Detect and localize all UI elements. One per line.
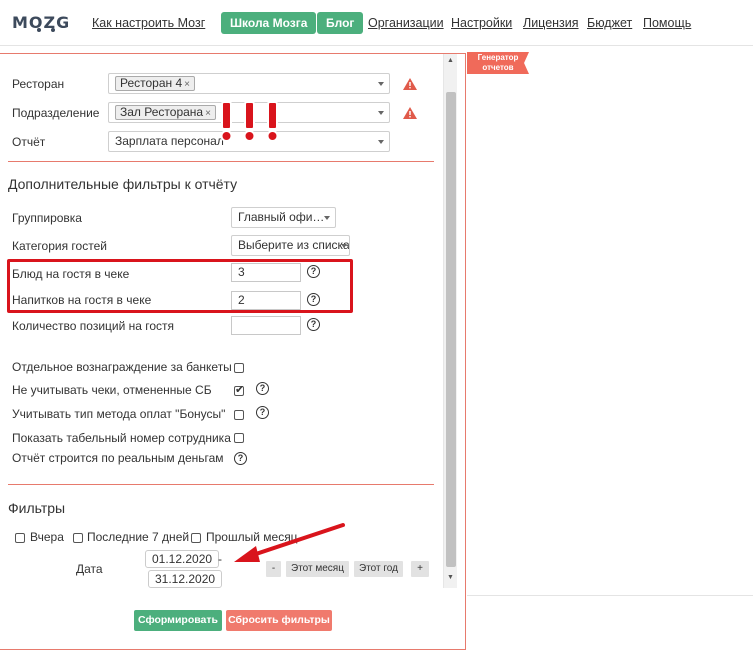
division-chip-text: Зал Ресторана (120, 105, 204, 119)
nav-link-how-to-setup[interactable]: Как настроить Мозг (92, 16, 205, 30)
chevron-down-icon (378, 140, 384, 144)
option-employee-number-checkbox[interactable] (234, 433, 244, 443)
option-ignore-cancelled-label: Не учитывать чеки, отмененные СБ (12, 383, 212, 397)
restaurant-select[interactable]: Ресторан 4 × (108, 73, 390, 94)
top-navigation: MOZG Как настроить Мозг Школа Мозга Блог… (0, 0, 753, 46)
section-divider (8, 484, 434, 485)
guest-category-select[interactable]: Выберите из списка (231, 235, 350, 256)
remove-chip-icon[interactable]: × (184, 79, 190, 90)
mozg-logo[interactable]: MOZG (12, 11, 68, 35)
nav-link-settings[interactable]: Настройки (451, 16, 512, 30)
highlight-box (7, 259, 353, 313)
option-bonus-payment-label: Учитывать тип метода оплат "Бонусы" (12, 407, 226, 421)
nav-button-blog[interactable]: Блог (317, 12, 364, 34)
checkmark-icon: ✔ (235, 384, 245, 396)
nav-button-school[interactable]: Школа Мозга (221, 12, 317, 34)
option-ignore-cancelled-checkbox[interactable]: ✔ (234, 384, 245, 396)
nav-link-help[interactable]: Помощь (643, 16, 691, 30)
date-separator: - (218, 552, 222, 566)
panel-scroll-area[interactable]: Ресторан Ресторан 4 × Подразделение Зал Р… (0, 54, 456, 588)
panel-scrollbar[interactable]: ▲ ▼ (443, 54, 457, 588)
grouping-select[interactable]: Главный офи… (231, 207, 336, 228)
scroll-down-icon[interactable]: ▼ (447, 574, 454, 582)
increase-period-button[interactable]: + (411, 561, 429, 577)
scrollbar-thumb[interactable] (446, 92, 456, 567)
filters-title: Фильтры (8, 500, 66, 516)
nav-link-license[interactable]: Лицензия (523, 16, 579, 30)
restaurant-label: Ресторан (12, 77, 65, 91)
generator-tag-line2: отчетов (482, 63, 514, 72)
date-to-input[interactable]: 31.12.2020 (148, 570, 223, 588)
help-icon[interactable]: ? (256, 406, 269, 419)
nav-link-organizations[interactable]: Организации (368, 16, 444, 30)
quick-last7-checkbox[interactable] (73, 533, 83, 543)
restaurant-chip: Ресторан 4 × (115, 76, 196, 91)
divider (467, 595, 753, 596)
option-employee-number-label: Показать табельный номер сотрудника (12, 431, 231, 445)
grouping-label: Группировка (12, 211, 82, 225)
date-label: Дата (76, 562, 103, 576)
guest-category-value: Выберите из списка (238, 238, 350, 252)
chevron-down-icon (341, 244, 347, 248)
generate-report-button[interactable]: Сформировать (134, 610, 222, 631)
extra-filters-title: Дополнительные фильтры к отчёту (8, 176, 238, 192)
positions-per-guest-input[interactable] (231, 316, 301, 335)
chevron-down-icon (378, 111, 384, 115)
chevron-down-icon (378, 82, 384, 86)
report-generator-panel: Ресторан Ресторан 4 × Подразделение Зал Р… (0, 53, 466, 650)
option-banquet-label: Отдельное вознаграждение за банкеты (12, 360, 232, 374)
remove-chip-icon[interactable]: × (205, 108, 211, 119)
arrow-annotation-icon (234, 523, 345, 562)
grouping-value: Главный офи… (238, 210, 325, 224)
restaurant-chip-text: Ресторан 4 (120, 76, 183, 90)
scroll-up-icon[interactable]: ▲ (447, 57, 454, 65)
division-label: Подразделение (12, 106, 100, 120)
nav-link-budget[interactable]: Бюджет (587, 16, 632, 30)
option-bonus-payment-checkbox[interactable] (234, 410, 244, 420)
report-generator-tag[interactable]: Генератор отчетов (467, 52, 529, 74)
logo-image: MOZG (12, 13, 68, 32)
section-divider (8, 161, 434, 162)
help-icon[interactable]: ? (307, 318, 320, 331)
quick-last7-label[interactable]: Последние 7 дней (87, 530, 189, 544)
help-icon[interactable]: ? (256, 382, 269, 395)
exclamation-marks-icon (220, 101, 279, 142)
this-year-button[interactable]: Этот год (354, 561, 403, 577)
guest-category-label: Категория гостей (12, 239, 107, 253)
chevron-down-icon (324, 216, 330, 220)
warning-icon (403, 78, 417, 90)
warning-icon (403, 107, 417, 119)
date-from-input[interactable]: 01.12.2020 (145, 550, 220, 568)
quick-last-month-checkbox[interactable] (191, 533, 201, 543)
option-banquet-checkbox[interactable] (234, 363, 244, 373)
report-value: Зарплата персонал (115, 134, 224, 148)
division-chip: Зал Ресторана × (115, 105, 216, 120)
reset-filters-button[interactable]: Сбросить фильтры (226, 610, 332, 631)
generator-tag-line1: Генератор (477, 53, 519, 62)
quick-yesterday-checkbox[interactable] (15, 533, 25, 543)
quick-yesterday-label[interactable]: Вчера (30, 530, 64, 544)
option-real-money-label: Отчёт строится по реальным деньгам (12, 451, 224, 465)
positions-per-guest-label: Количество позиций на гостя (12, 319, 175, 333)
report-label: Отчёт (12, 135, 46, 149)
help-icon[interactable]: ? (234, 452, 247, 465)
